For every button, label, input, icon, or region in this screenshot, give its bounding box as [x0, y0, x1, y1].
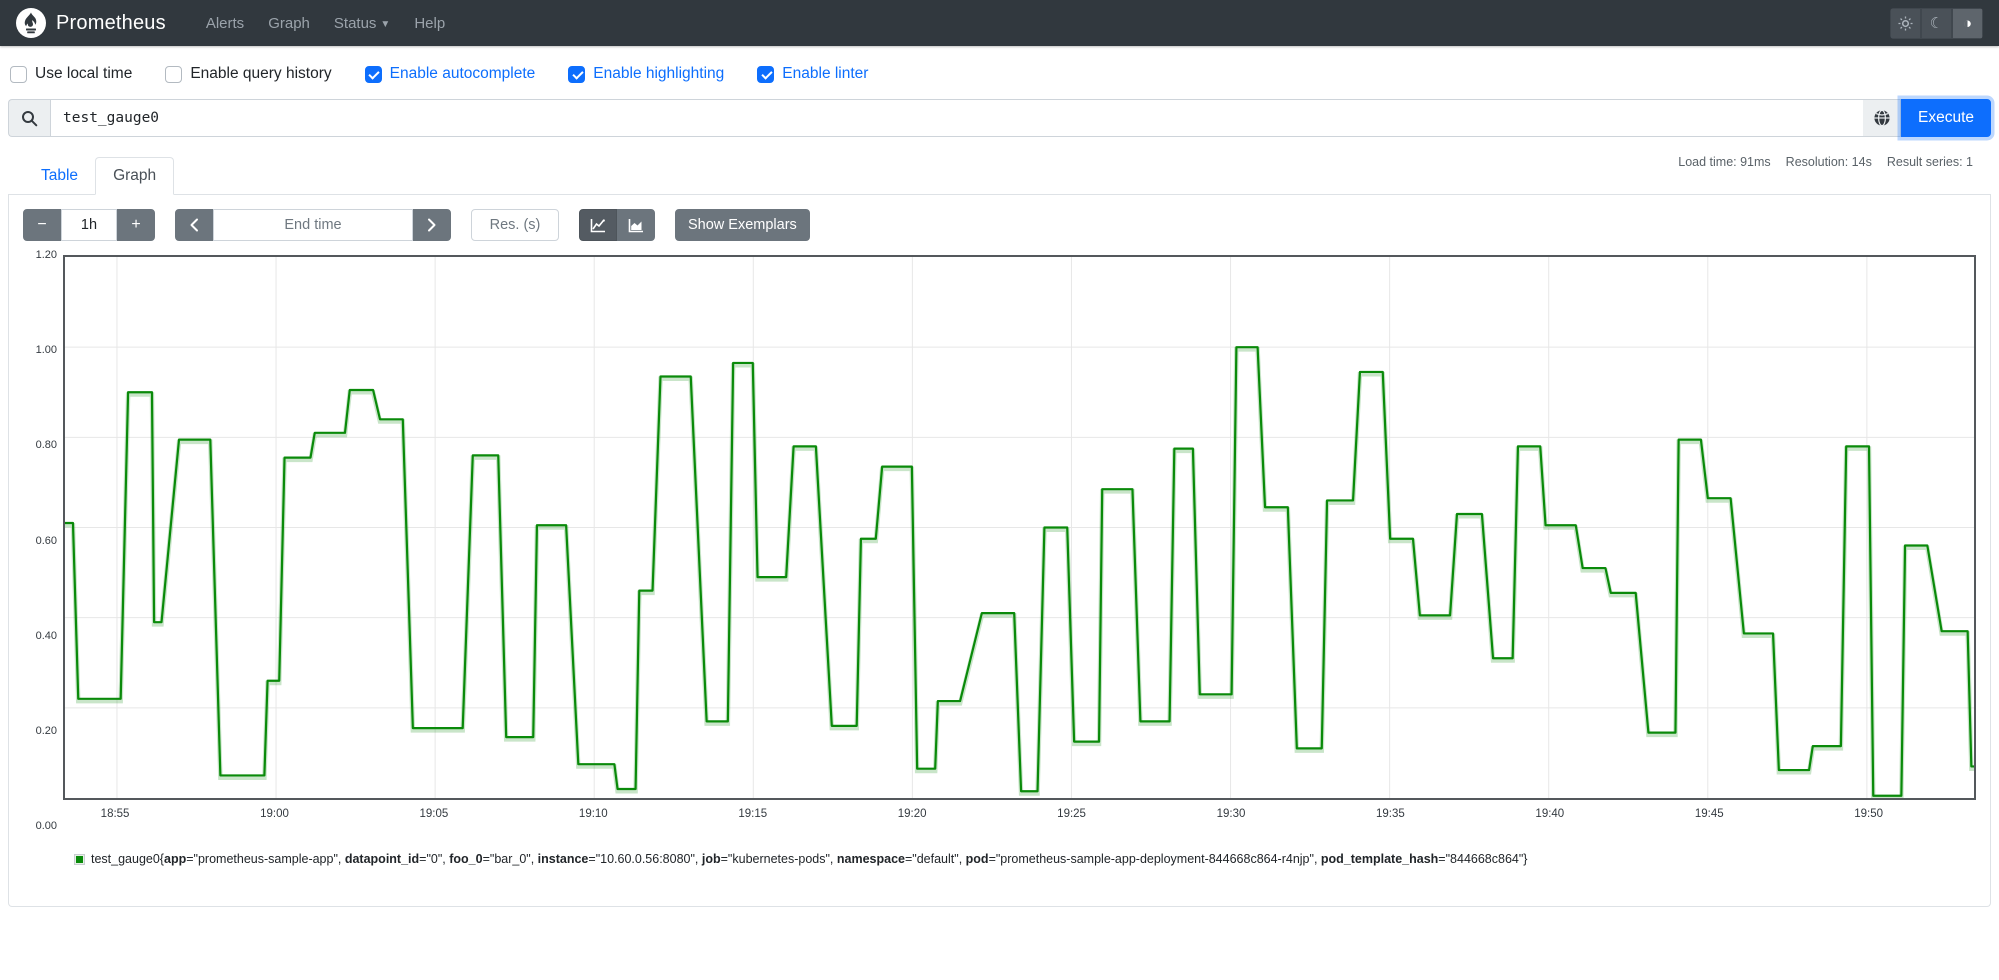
duration-decrease-button[interactable]: −: [23, 209, 61, 241]
sun-icon: [1898, 15, 1913, 31]
checkbox-checked-icon[interactable]: [364, 65, 382, 83]
nav-links: Alerts Graph Status ▼ Help: [194, 7, 1890, 40]
x-axis-tick-label: 19:30: [1216, 808, 1246, 820]
y-axis-labels: 0.00 0.20 0.40 0.60 0.80 1.00 1.20: [19, 249, 63, 832]
nav-item-alerts[interactable]: Alerts: [194, 7, 256, 40]
x-axis-labels: 18:55 19:00 19:05 19:10 19:15 19:20 19:25 19:30…: [63, 800, 1976, 826]
execute-button[interactable]: Execute: [1901, 99, 1991, 137]
theme-dark-button[interactable]: ☾: [1921, 7, 1952, 39]
legend-swatch: [74, 853, 85, 865]
options-row: Use local time Enable query history Enable…: [0, 46, 1999, 99]
show-exemplars-button[interactable]: Show Exemplars: [675, 209, 810, 241]
x-axis-tick-label: 19:35: [1376, 808, 1405, 820]
series-legend[interactable]: test_gauge0{app="prometheus-sample-app",…: [74, 852, 1976, 866]
theme-auto-button[interactable]: ◑: [1952, 7, 1983, 39]
stacked-chart-toggle-button[interactable]: [617, 209, 655, 241]
result-series: Result series: 1: [1886, 155, 1973, 169]
chevron-left-icon: [190, 218, 198, 232]
prometheus-logo-icon: [16, 8, 46, 38]
option-enable-linter[interactable]: Enable linter: [757, 65, 868, 83]
option-enable-highlighting[interactable]: Enable highlighting: [568, 65, 724, 83]
x-axis-tick-label: 19:40: [1535, 808, 1565, 820]
x-axis-tick-label: 19:25: [1057, 808, 1086, 820]
nav-item-graph[interactable]: Graph: [256, 7, 322, 40]
half-circle-icon: ◑: [1962, 14, 1973, 32]
tab-graph[interactable]: Graph: [95, 157, 175, 195]
option-label: Use local time: [35, 65, 133, 82]
option-label: Enable query history: [190, 65, 332, 82]
nav-item-help[interactable]: Help: [402, 7, 457, 40]
option-enable-autocomplete[interactable]: Enable autocomplete: [364, 65, 536, 83]
plot-area[interactable]: [63, 255, 1976, 800]
x-axis-tick-label: 18:55: [100, 808, 130, 820]
query-row: Execute: [8, 99, 1991, 137]
prometheus-brand[interactable]: Prometheus: [16, 8, 166, 38]
theme-light-button[interactable]: [1890, 7, 1921, 39]
option-label: Enable linter: [782, 65, 869, 82]
x-axis-tick-label: 19:45: [1694, 808, 1724, 820]
duration-input[interactable]: [61, 209, 117, 241]
duration-group: − +: [23, 209, 155, 241]
tab-table[interactable]: Table: [24, 158, 95, 194]
x-axis-tick-label: 19:50: [1854, 808, 1884, 820]
end-time-group: [175, 209, 451, 241]
checkbox-checked-icon[interactable]: [757, 65, 775, 83]
theme-toggle-group: ☾ ◑: [1890, 7, 1983, 39]
chevron-right-icon: [428, 218, 436, 232]
series-line: [65, 347, 1974, 796]
query-stats: Load time: 91ms Resolution: 14s Result s…: [1678, 155, 1973, 169]
y-axis-tick-label: 0.20: [35, 724, 57, 737]
y-axis-tick-label: 0.80: [35, 439, 57, 452]
x-axis-tick-label: 19:20: [897, 808, 927, 820]
graph-controls: − +: [23, 209, 1976, 241]
moon-icon: ☾: [1929, 15, 1944, 32]
end-time-back-button[interactable]: [175, 209, 213, 241]
chart: 0.00 0.20 0.40 0.60 0.80 1.00 1.20 18:55 19:00 1…: [19, 249, 1976, 832]
load-time: Load time: 91ms: [1678, 155, 1771, 169]
option-label: Enable highlighting: [593, 65, 725, 82]
checkbox-unchecked-icon[interactable]: [165, 65, 183, 83]
resolution-input[interactable]: [471, 209, 559, 241]
duration-increase-button[interactable]: +: [117, 209, 155, 241]
end-time-input[interactable]: [213, 209, 413, 241]
option-label: Enable autocomplete: [389, 65, 536, 82]
navbar: Prometheus Alerts Graph Status ▼ Help ☾ ◑: [0, 0, 1999, 46]
expression-input[interactable]: [50, 99, 1863, 137]
line-chart-toggle-button[interactable]: [579, 209, 617, 241]
x-axis-tick-label: 19:15: [738, 808, 768, 820]
chart-type-toggle: [579, 209, 655, 241]
end-time-forward-button[interactable]: [413, 209, 451, 241]
brand-title: Prometheus: [56, 11, 166, 34]
minus-icon: −: [37, 216, 47, 233]
tabs-row: Table Graph Load time: 91ms Resolution: …: [8, 151, 1991, 195]
nav-item-status[interactable]: Status ▼: [322, 7, 402, 40]
plus-icon: +: [131, 216, 141, 233]
y-axis-tick-label: 1.00: [35, 344, 57, 357]
line-chart-icon: [590, 218, 605, 232]
y-axis-tick-label: 0.60: [35, 534, 57, 547]
caret-down-icon: ▼: [380, 18, 391, 30]
resolution: Resolution: 14s: [1785, 155, 1872, 169]
graph-panel: − +: [8, 195, 1991, 907]
y-axis-tick-label: 1.20: [35, 249, 57, 261]
x-axis-tick-label: 19:05: [419, 808, 449, 820]
search-addon: [8, 99, 50, 137]
x-axis-tick-label: 19:10: [578, 808, 608, 820]
checkbox-checked-icon[interactable]: [568, 65, 586, 83]
option-use-local-time[interactable]: Use local time: [10, 65, 132, 83]
expression-input-group: Execute: [8, 99, 1991, 137]
y-axis-tick-label: 0.40: [35, 629, 57, 642]
stacked-area-chart-icon: [628, 218, 643, 232]
checkbox-unchecked-icon[interactable]: [10, 65, 27, 83]
globe-icon: [1873, 109, 1890, 127]
legend-text: test_gauge0{app="prometheus-sample-app",…: [91, 852, 1528, 866]
y-axis-tick-label: 0.00: [35, 820, 57, 832]
metrics-explorer-button[interactable]: [1863, 99, 1901, 137]
option-enable-query-history[interactable]: Enable query history: [165, 65, 332, 83]
x-axis-tick-label: 19:00: [260, 808, 289, 820]
search-icon: [22, 110, 38, 126]
